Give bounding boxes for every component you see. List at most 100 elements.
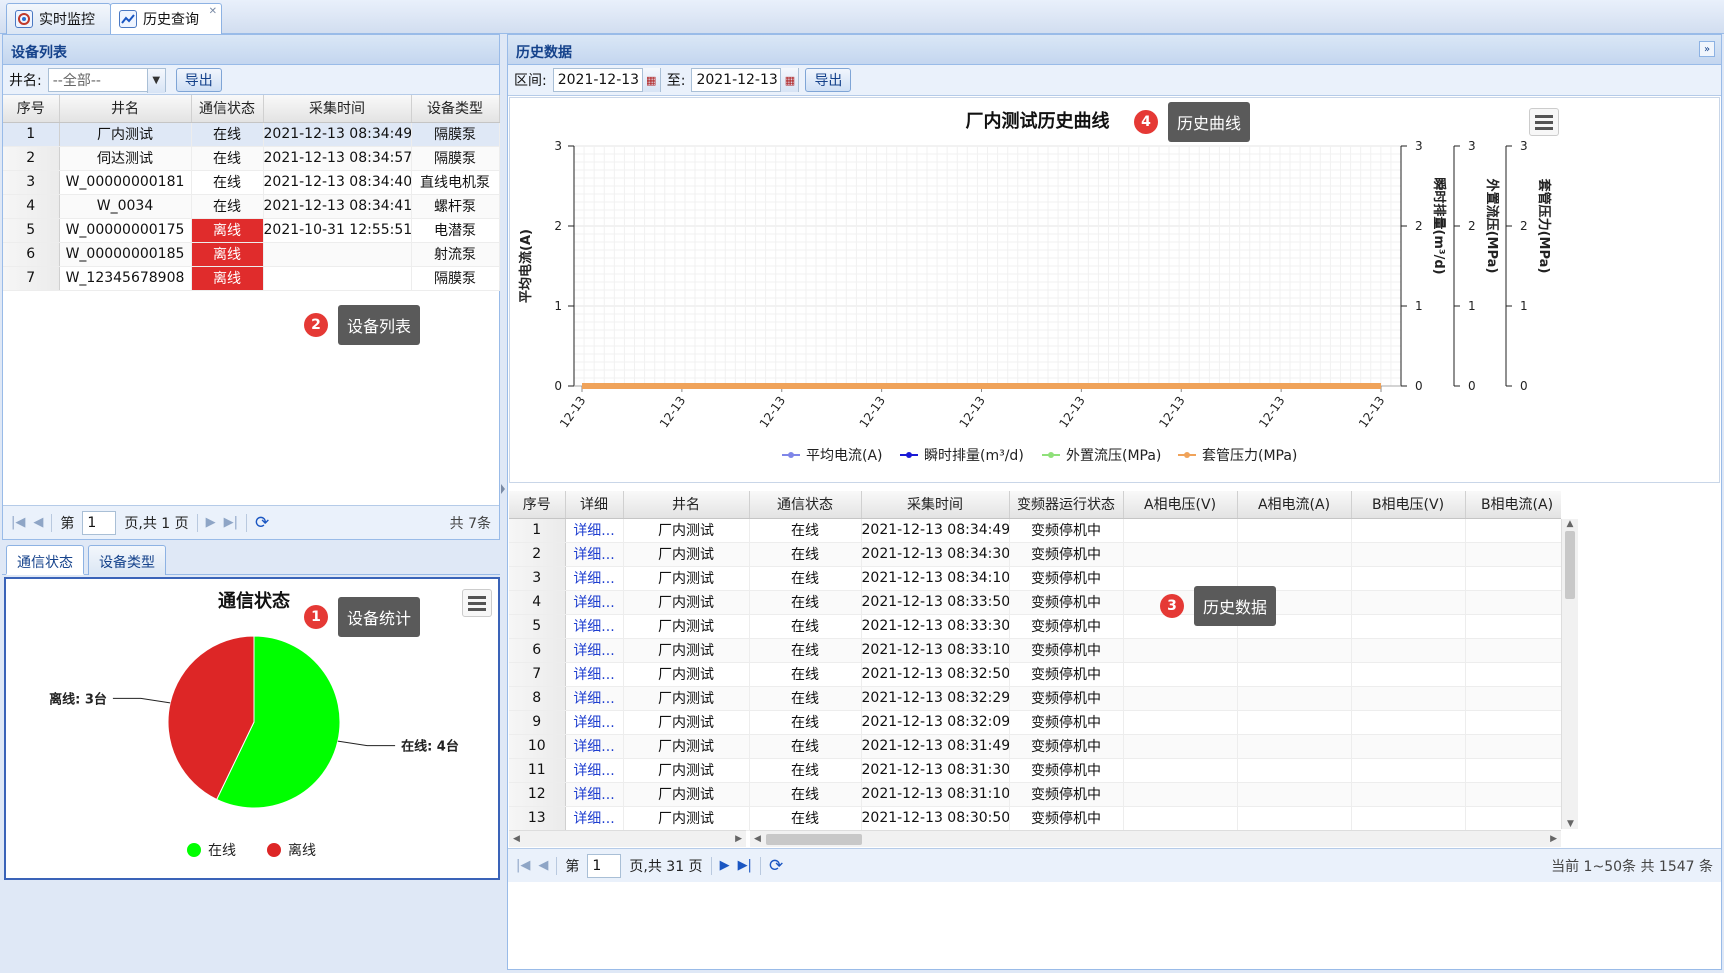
table-row[interactable]: 4 详细... 厂内测试 在线 2021-12-13 08:33:50 变频停机中 xyxy=(509,590,1561,615)
column-header[interactable]: 序号 xyxy=(3,95,60,123)
table-row[interactable]: 6 详细... 厂内测试 在线 2021-12-13 08:33:10 变频停机中 xyxy=(509,638,1561,663)
history-total: 当前 1~50条 共 1547 条 xyxy=(1551,858,1713,875)
cell-detail[interactable]: 详细... xyxy=(565,734,624,759)
scroll-right-icon[interactable]: ▶ xyxy=(735,834,742,844)
table-row[interactable]: 2 伺达测试 在线 2021-12-13 08:34:57 隔膜泵 xyxy=(3,146,500,171)
last-page-icon[interactable]: ▶| xyxy=(224,515,238,530)
left-horizontal-scrollbar[interactable]: ◀ ▶ xyxy=(509,830,746,847)
column-header[interactable]: 采集时间 xyxy=(263,95,412,123)
scroll-left-icon[interactable]: ◀ xyxy=(513,834,520,844)
next-page-icon[interactable]: ▶ xyxy=(206,515,216,530)
cell-detail[interactable]: 详细... xyxy=(565,614,624,639)
first-page-icon[interactable]: |◀ xyxy=(516,858,530,873)
cell-detail[interactable]: 详细... xyxy=(565,758,624,783)
table-row[interactable]: 9 详细... 厂内测试 在线 2021-12-13 08:32:09 变频停机中 xyxy=(509,710,1561,735)
table-row[interactable]: 2 详细... 厂内测试 在线 2021-12-13 08:34:30 变频停机中 xyxy=(509,542,1561,567)
column-header[interactable]: A相电流(A) xyxy=(1237,491,1352,519)
tab-device-type[interactable]: 设备类型 xyxy=(88,545,166,575)
prev-page-icon[interactable]: ◀ xyxy=(33,515,43,530)
scroll-down-icon[interactable]: ▼ xyxy=(1562,819,1579,829)
device-toolbar: 井名: --全部-- ▼ 导出 xyxy=(3,65,499,95)
refresh-icon[interactable]: ⟳ xyxy=(769,856,783,876)
tab-history-query[interactable]: 历史查询 ✕ xyxy=(110,3,222,34)
table-row[interactable]: 13 详细... 厂内测试 在线 2021-12-13 08:30:50 变频停机中 xyxy=(509,806,1561,831)
close-icon[interactable]: ✕ xyxy=(209,6,217,17)
calendar-icon[interactable]: ▦ xyxy=(641,68,660,92)
cell-detail[interactable]: 详细... xyxy=(565,542,624,567)
splitter[interactable] xyxy=(500,34,507,970)
scroll-thumb[interactable] xyxy=(766,834,862,845)
table-row[interactable]: 5 详细... 厂内测试 在线 2021-12-13 08:33:30 变频停机中 xyxy=(509,614,1561,639)
scroll-thumb[interactable] xyxy=(1565,531,1575,599)
last-page-icon[interactable]: ▶| xyxy=(738,858,752,873)
scroll-up-icon[interactable]: ▲ xyxy=(1562,519,1578,529)
page-input[interactable]: 1 xyxy=(587,853,622,878)
table-row[interactable]: 1 详细... 厂内测试 在线 2021-12-13 08:34:49 变频停机中 xyxy=(509,518,1561,543)
vertical-scrollbar[interactable]: ▲ ▼ xyxy=(1561,519,1578,829)
collapse-panel-icon[interactable]: » xyxy=(1699,41,1715,57)
cell-detail[interactable]: 详细... xyxy=(565,590,624,615)
column-header[interactable]: 变频器运行状态 xyxy=(1009,491,1124,519)
callout-number: 2 xyxy=(304,313,328,337)
first-page-icon[interactable]: |◀ xyxy=(11,515,25,530)
column-header[interactable]: B相电压(V) xyxy=(1351,491,1466,519)
cell-detail[interactable]: 详细... xyxy=(565,566,624,591)
table-row[interactable]: 12 详细... 厂内测试 在线 2021-12-13 08:31:10 变频停机中 xyxy=(509,782,1561,807)
cell-status: 离线 xyxy=(191,266,264,291)
well-filter-select[interactable]: --全部-- ▼ xyxy=(47,67,166,93)
cell-detail[interactable]: 详细... xyxy=(565,782,624,807)
collapse-handle[interactable] xyxy=(1028,484,1048,495)
scroll-right-icon[interactable]: ▶ xyxy=(1550,834,1557,844)
cell-detail[interactable]: 详细... xyxy=(565,662,624,687)
cell-detail[interactable]: 详细... xyxy=(565,518,624,543)
legend-label: 瞬时排量(m³/d) xyxy=(924,448,1024,464)
y-tick-label: 1 xyxy=(1415,299,1423,313)
end-date-field[interactable]: 2021-12-13 ▦ xyxy=(691,68,800,92)
table-row[interactable]: 1 厂内测试 在线 2021-12-13 08:34:49 隔膜泵 xyxy=(3,122,500,147)
table-row[interactable]: 10 详细... 厂内测试 在线 2021-12-13 08:31:49 变频停机中 xyxy=(509,734,1561,759)
table-row[interactable]: 5 W_00000000175 离线 2021-10-31 12:55:51 电潜泵 xyxy=(3,218,500,243)
table-row[interactable]: 7 详细... 厂内测试 在线 2021-12-13 08:32:50 变频停机中 xyxy=(509,662,1561,687)
next-page-icon[interactable]: ▶ xyxy=(720,858,730,873)
prev-page-icon[interactable]: ◀ xyxy=(538,858,548,873)
tab-comm-status[interactable]: 通信状态 xyxy=(6,545,84,575)
page-input[interactable]: 1 xyxy=(82,510,117,535)
export-button[interactable]: 导出 xyxy=(175,67,222,92)
cell-detail[interactable]: 详细... xyxy=(565,710,624,735)
cell-name: 厂内测试 xyxy=(623,782,750,807)
column-header[interactable]: 设备类型 xyxy=(411,95,500,123)
table-row[interactable]: 7 W_12345678908 离线 隔膜泵 xyxy=(3,266,500,291)
column-header[interactable]: B相电流(A) xyxy=(1465,491,1561,519)
table-row[interactable]: 11 详细... 厂内测试 在线 2021-12-13 08:31:30 变频停机中 xyxy=(509,758,1561,783)
refresh-icon[interactable]: ⟳ xyxy=(255,513,269,533)
cell-detail[interactable]: 详细... xyxy=(565,806,624,831)
chevron-down-icon[interactable]: ▼ xyxy=(146,68,165,93)
table-row[interactable]: 4 W_0034 在线 2021-12-13 08:34:41 螺杆泵 xyxy=(3,194,500,219)
tab-realtime-monitor[interactable]: 实时监控 xyxy=(6,3,111,34)
start-date-field[interactable]: 2021-12-13 ▦ xyxy=(552,68,661,92)
column-header[interactable]: 井名 xyxy=(59,95,192,123)
export-button[interactable]: 导出 xyxy=(805,68,852,92)
table-row[interactable]: 6 W_00000000185 离线 射流泵 xyxy=(3,242,500,267)
cell-detail[interactable]: 详细... xyxy=(565,638,624,663)
calendar-icon[interactable]: ▦ xyxy=(780,68,799,92)
cell-no: 2 xyxy=(3,146,60,171)
column-header[interactable]: 通信状态 xyxy=(749,491,862,519)
y-tick-label: 0 xyxy=(1415,379,1423,393)
column-header[interactable]: 序号 xyxy=(509,491,566,519)
table-row[interactable]: 8 详细... 厂内测试 在线 2021-12-13 08:32:29 变频停机中 xyxy=(509,686,1561,711)
cell-status: 在线 xyxy=(749,590,862,615)
legend-marker xyxy=(187,843,201,857)
table-row[interactable]: 3 W_00000000181 在线 2021-12-13 08:34:40 直线电机泵 xyxy=(3,170,500,195)
scroll-left-icon[interactable]: ◀ xyxy=(754,834,761,844)
column-header[interactable]: 井名 xyxy=(623,491,750,519)
cell-time: 2021-10-31 12:55:51 xyxy=(263,218,412,243)
column-header[interactable]: A相电压(V) xyxy=(1123,491,1238,519)
column-header[interactable]: 详细 xyxy=(565,491,624,519)
table-row[interactable]: 3 详细... 厂内测试 在线 2021-12-13 08:34:10 变频停机中 xyxy=(509,566,1561,591)
column-header[interactable]: 通信状态 xyxy=(191,95,264,123)
column-header[interactable]: 采集时间 xyxy=(861,491,1010,519)
cell-detail[interactable]: 详细... xyxy=(565,686,624,711)
collapse-handle[interactable] xyxy=(240,539,260,550)
horizontal-scrollbar[interactable]: ◀ ▶ xyxy=(750,830,1561,847)
